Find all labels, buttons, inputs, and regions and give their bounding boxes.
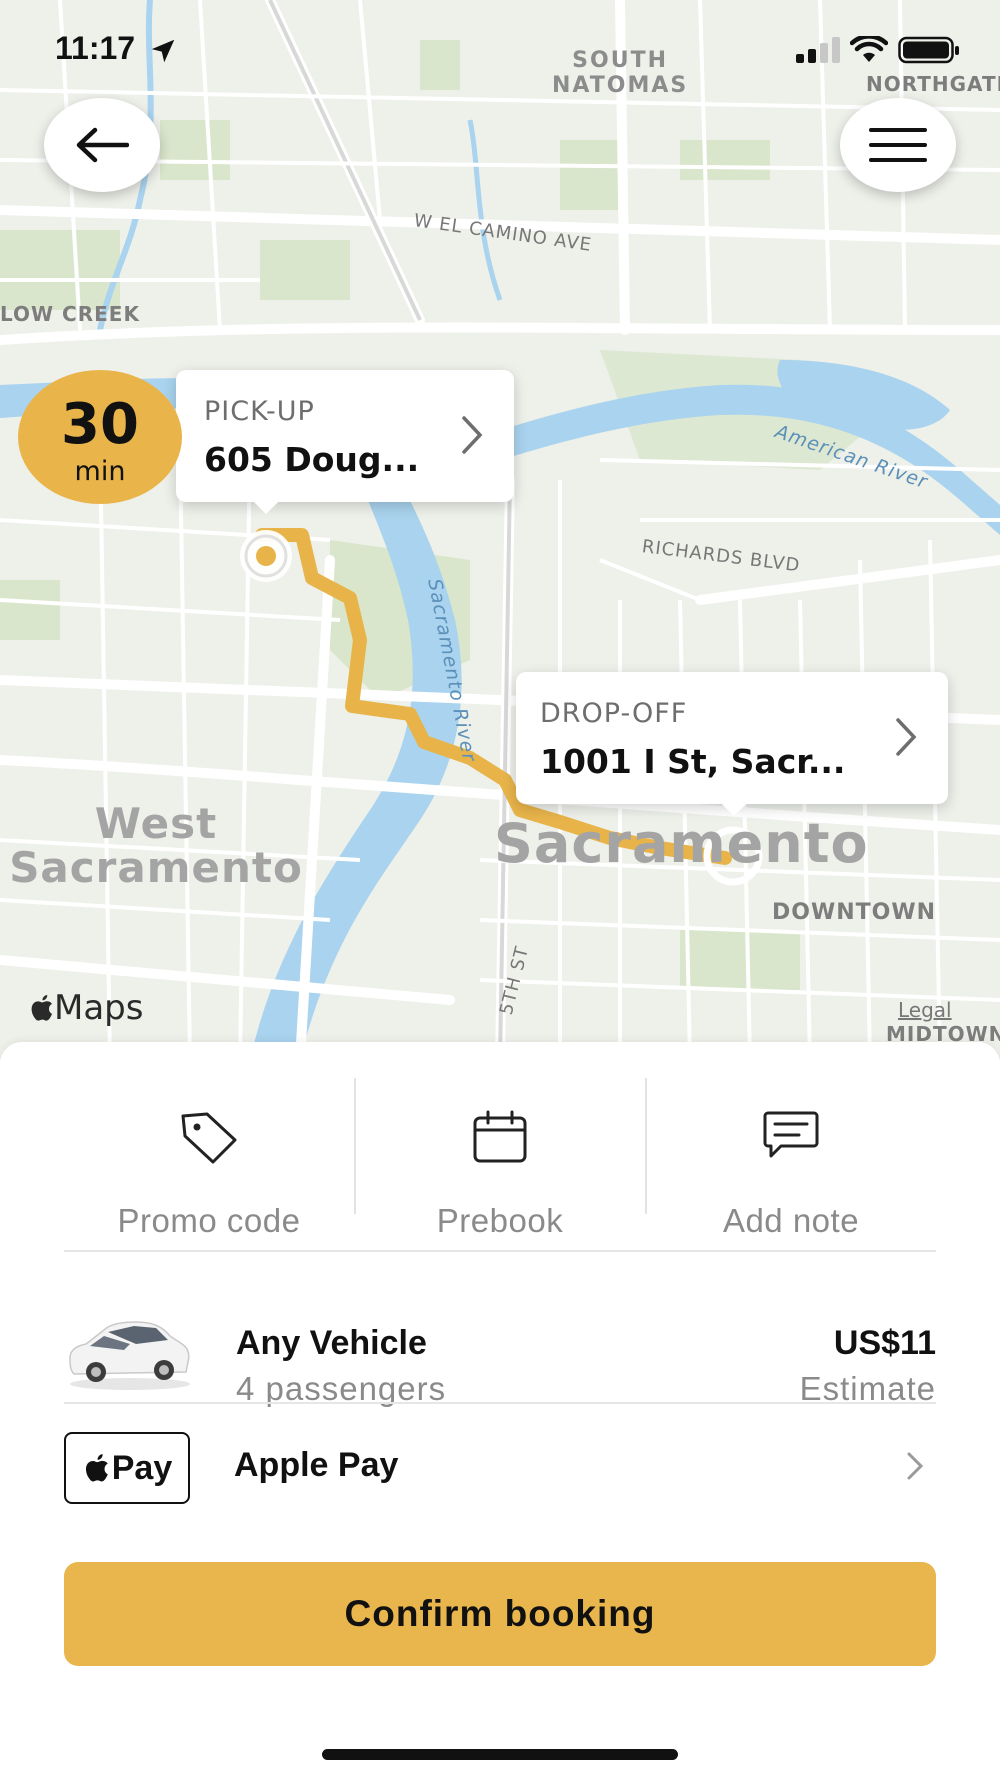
eta-unit: min bbox=[74, 456, 126, 487]
payment-method-row[interactable]: Pay Apple Pay bbox=[64, 1432, 936, 1528]
map-label-west-sacramento: West Sacramento bbox=[9, 799, 303, 892]
vehicle-name: Any Vehicle bbox=[236, 1324, 427, 1362]
payment-method-label: Apple Pay bbox=[234, 1446, 399, 1484]
apple-logo-icon bbox=[85, 1454, 108, 1482]
divider bbox=[64, 1250, 936, 1252]
chevron-right-icon bbox=[907, 1452, 924, 1480]
menu-button[interactable] bbox=[840, 98, 956, 192]
back-button[interactable] bbox=[44, 98, 160, 192]
message-icon bbox=[763, 1111, 819, 1158]
calendar-icon bbox=[473, 1110, 527, 1163]
dropoff-address: 1001 I St, Sacr... bbox=[540, 742, 846, 781]
legal-link[interactable]: Legal bbox=[898, 998, 952, 1022]
apple-pay-badge: Pay bbox=[64, 1432, 190, 1504]
promo-code-button[interactable]: Promo code bbox=[64, 1096, 354, 1239]
price-value: US$11 bbox=[833, 1324, 936, 1362]
arrow-left-icon bbox=[76, 127, 129, 163]
dropoff-callout[interactable]: DROP-OFF 1001 I St, Sacr... bbox=[516, 672, 948, 817]
add-note-label: Add note bbox=[722, 1202, 860, 1239]
wifi-icon bbox=[850, 36, 888, 62]
chevron-right-icon bbox=[462, 416, 483, 454]
prebook-label: Prebook bbox=[436, 1202, 564, 1239]
divider bbox=[64, 1402, 936, 1404]
home-indicator bbox=[322, 1749, 678, 1760]
hamburger-menu-icon bbox=[869, 128, 927, 162]
dropoff-caption: DROP-OFF bbox=[540, 698, 688, 729]
chevron-right-icon bbox=[896, 718, 917, 756]
status-time: 11:17 bbox=[55, 30, 178, 67]
status-indicators bbox=[796, 36, 960, 64]
confirm-booking-button[interactable]: Confirm booking bbox=[64, 1562, 936, 1666]
eta-value: 30 bbox=[61, 392, 139, 457]
pickup-callout[interactable]: PICK-UP 605 Doug... bbox=[176, 370, 514, 515]
map-label-willow-creek: LOW CREEK bbox=[0, 302, 140, 326]
pickup-address: 605 Doug... bbox=[204, 440, 420, 479]
battery-icon bbox=[898, 36, 959, 64]
map-label-sacramento: Sacramento bbox=[494, 812, 869, 875]
eta-badge: 30 min bbox=[18, 370, 182, 504]
map-label-south-natomas: SOUTH NATOMAS bbox=[552, 48, 689, 98]
signal-icon bbox=[796, 37, 840, 63]
map-label-northgate: NORTHGATE bbox=[866, 72, 1000, 96]
apple-logo-icon bbox=[31, 995, 52, 1021]
promo-code-label: Promo code bbox=[117, 1202, 301, 1239]
car-icon bbox=[69, 1321, 190, 1390]
add-note-button[interactable]: Add note bbox=[646, 1096, 936, 1239]
prebook-button[interactable]: Prebook bbox=[355, 1096, 645, 1239]
vehicle-option[interactable]: Any Vehicle 4 passengers US$11 Estimate bbox=[64, 1264, 936, 1414]
tag-icon bbox=[181, 1112, 237, 1164]
pickup-caption: PICK-UP bbox=[204, 396, 315, 427]
location-arrow-icon bbox=[151, 39, 175, 62]
booking-sheet: Promo code Prebook Add note Any Vehicle … bbox=[0, 1042, 1000, 1778]
map-label-downtown: DOWNTOWN bbox=[772, 900, 937, 925]
maps-attribution: Maps bbox=[28, 988, 143, 1028]
map-view[interactable]: SOUTH NATOMAS NORTHGATE W EL CAMINO AVE … bbox=[0, 0, 1000, 1060]
